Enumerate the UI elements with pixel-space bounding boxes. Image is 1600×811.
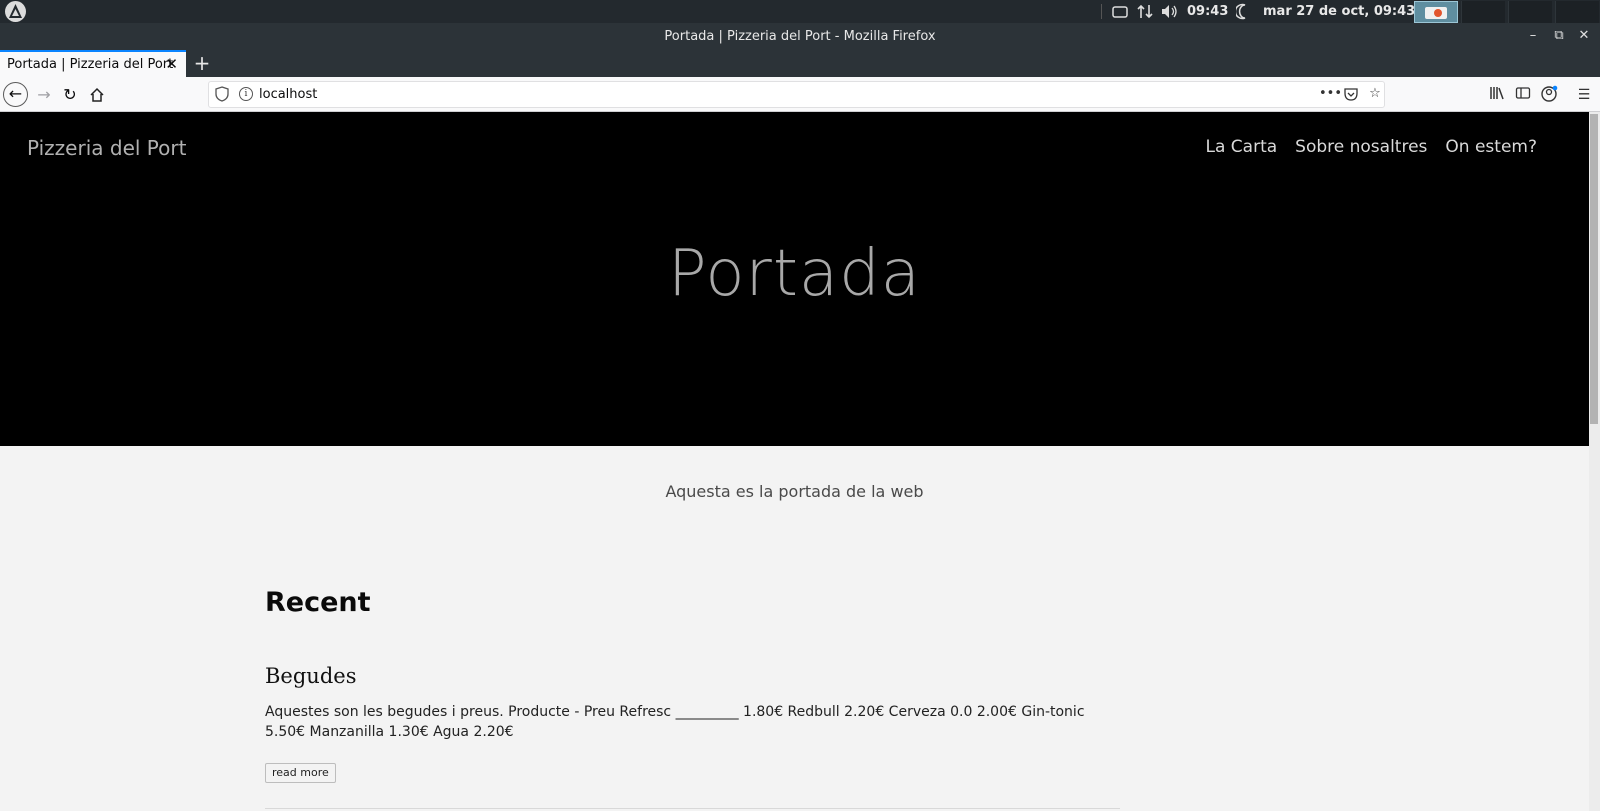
read-more-button[interactable]: read more [265,763,336,783]
tab-label: Portada | Pizzeria del Port [7,57,174,72]
site-header: Pizzeria del Port La Carta Sobre nosaltr… [0,112,1589,446]
home-icon[interactable] [85,83,109,107]
tab-close-icon[interactable]: ✕ [165,55,178,73]
nav-sobre-nosaltres[interactable]: Sobre nosaltres [1295,137,1427,157]
maximize-icon[interactable]: ⧉ [1550,27,1568,45]
site-info-icon[interactable]: i [239,87,253,101]
workspace-2[interactable] [1461,1,1505,23]
tab-strip: Portada | Pizzeria del Port ✕ + [0,50,1600,77]
panel-date[interactable]: mar 27 de oct, 09:43 [1263,4,1415,19]
workspace-1[interactable] [1414,1,1458,23]
intro-text: Aquesta es la portada de la web [665,482,924,501]
firefox-window-thumbnail [1425,7,1447,19]
keyboard-layout-icon[interactable] [1112,3,1128,20]
workspace-3[interactable] [1508,1,1552,23]
bookmark-star-icon[interactable]: ☆ [1366,85,1384,103]
volume-icon[interactable] [1161,3,1177,20]
account-icon[interactable] [1539,85,1559,105]
pocket-icon[interactable] [1342,85,1360,103]
minimize-icon[interactable]: – [1524,27,1542,45]
window-title: Portada | Pizzeria del Port - Mozilla Fi… [664,29,936,44]
page-actions-icon[interactable]: ••• [1319,85,1342,103]
address-bar[interactable]: i localhost ••• ☆ [208,81,1385,108]
sidebar-icon[interactable] [1513,85,1533,105]
nav-la-carta[interactable]: La Carta [1206,137,1278,157]
system-panel: 09:43 mar 27 de oct, 09:43 [0,0,1600,23]
recent-heading: Recent [265,587,371,618]
forward-arrow-icon[interactable]: → [32,83,56,107]
page-scrollbar[interactable] [1589,112,1600,811]
scrollbar-thumb[interactable] [1590,114,1598,424]
night-mode-icon[interactable] [1234,3,1252,20]
network-icon[interactable] [1137,3,1153,20]
library-icon[interactable] [1487,85,1507,105]
tracking-protection-shield-icon[interactable] [214,86,230,102]
reload-icon[interactable]: ↻ [58,83,82,107]
panel-clock[interactable]: 09:43 [1187,4,1228,19]
back-arrow-icon[interactable]: ← [3,82,28,107]
url-text[interactable]: localhost [259,87,317,102]
navigation-toolbar: ← → ↻ i localhost ••• ☆ ☰ [0,77,1600,112]
site-brand-link[interactable]: Pizzeria del Port [27,136,186,160]
page-viewport: Pizzeria del Port La Carta Sobre nosaltr… [0,112,1589,811]
post-divider [265,808,1120,809]
nav-on-estem[interactable]: On estem? [1445,137,1537,157]
hamburger-menu-icon[interactable]: ☰ [1574,85,1594,105]
new-tab-icon[interactable]: + [191,51,213,75]
post-title-link[interactable]: Begudes [265,664,356,688]
post-excerpt: Aquestes son les begudes i preus. Produc… [265,704,1085,740]
tab-portada[interactable]: Portada | Pizzeria del Port ✕ [0,50,186,77]
panel-separator [1101,4,1102,19]
close-icon[interactable]: ✕ [1575,27,1593,45]
page-title: Portada [668,237,921,311]
workspace-4[interactable] [1555,1,1599,23]
site-nav: La Carta Sobre nosaltres On estem? [1206,137,1537,157]
window-titlebar: Portada | Pizzeria del Port - Mozilla Fi… [0,23,1600,50]
app-menu-icon[interactable] [5,1,26,22]
